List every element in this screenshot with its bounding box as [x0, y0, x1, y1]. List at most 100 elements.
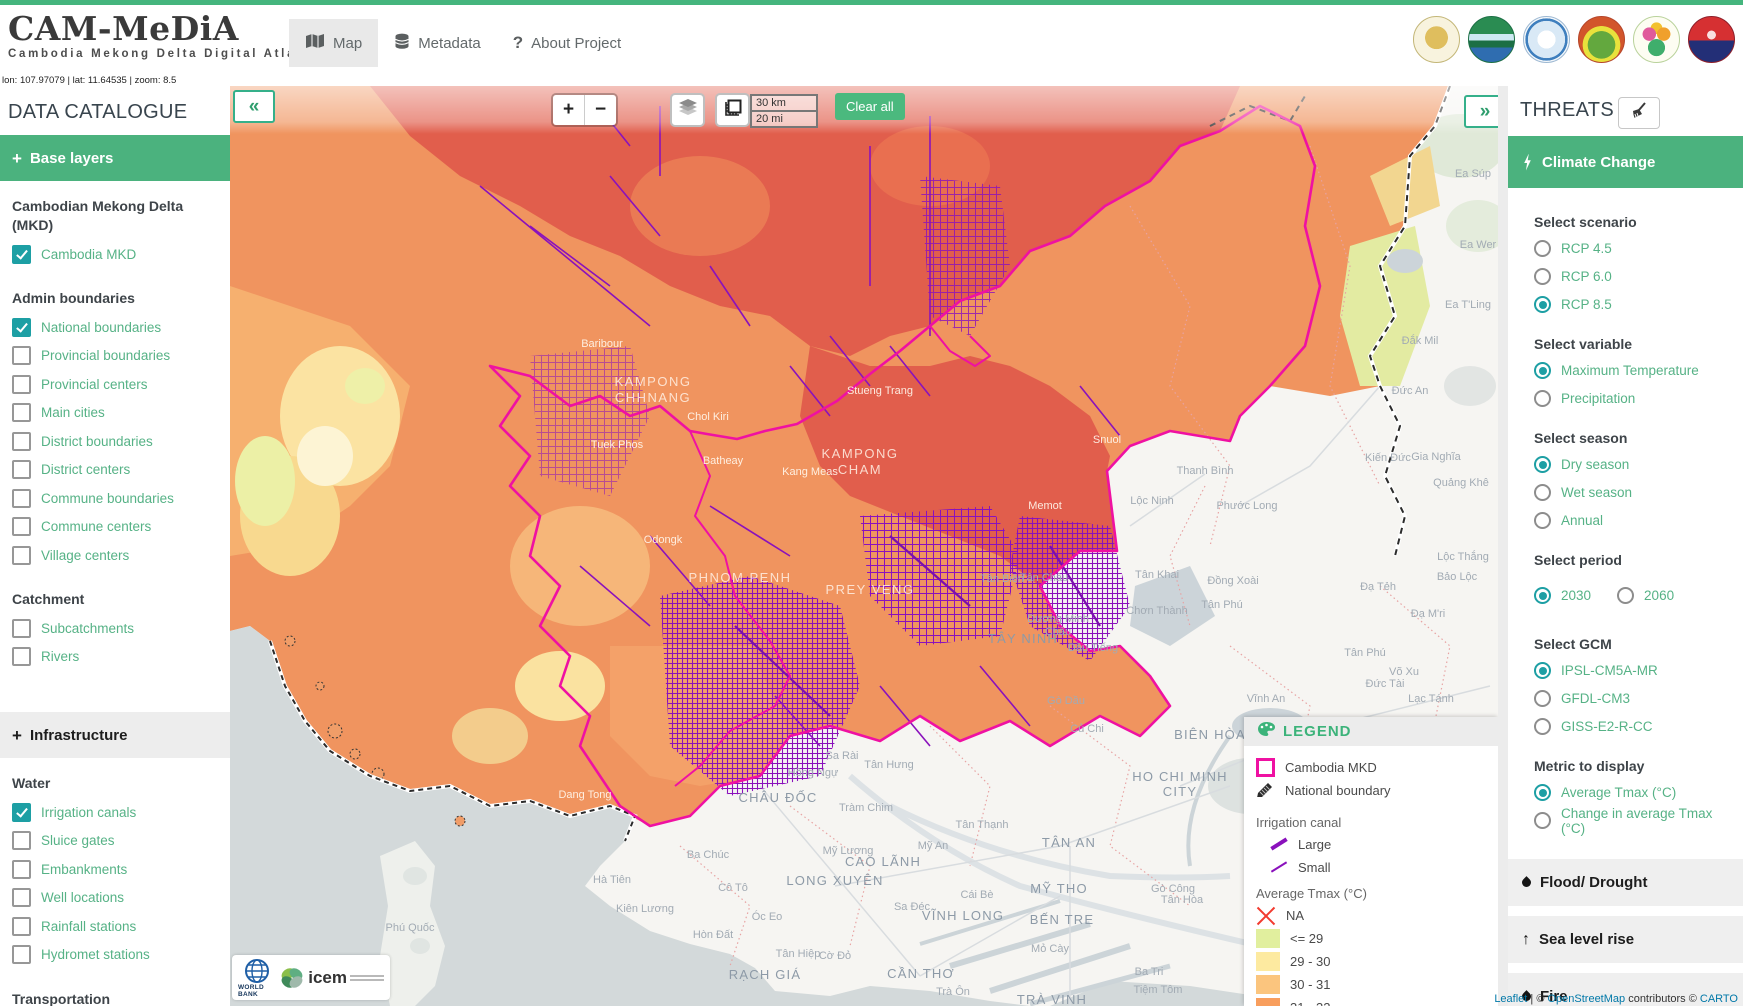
partner-logo-3[interactable]: [1523, 16, 1570, 63]
partner-logo-6[interactable]: [1688, 16, 1735, 63]
radio-button[interactable]: [1534, 718, 1551, 735]
radio-maximum-temperature[interactable]: Maximum Temperature: [1534, 361, 1737, 380]
checkbox[interactable]: [12, 546, 31, 565]
checkbox[interactable]: [12, 489, 31, 508]
layer-toggle-embankments[interactable]: Embankments: [12, 858, 220, 880]
radio-gfdl-cm3[interactable]: GFDL-CM3: [1534, 689, 1737, 708]
osm-link[interactable]: OpenStreetMap: [1547, 993, 1625, 1005]
layer-toggle-rainfall-stations[interactable]: Rainfall stations: [12, 915, 220, 937]
layer-toggle-provincial-boundaries[interactable]: Provincial boundaries: [12, 345, 220, 367]
layer-toggle-district-boundaries[interactable]: District boundaries: [12, 430, 220, 452]
checkbox[interactable]: [12, 432, 31, 451]
radio-dry-season[interactable]: Dry season: [1534, 455, 1737, 474]
map-label-qu-ng-kh: Quảng Khê: [1433, 477, 1489, 489]
layer-toggle-irrigation-canals[interactable]: Irrigation canals: [12, 801, 220, 823]
partner-logo-2[interactable]: [1468, 16, 1515, 63]
radio-button-selected[interactable]: [1534, 296, 1551, 313]
radio-button[interactable]: [1534, 512, 1551, 529]
threat-flood-drought[interactable]: Flood/ Drought: [1508, 859, 1743, 906]
radio-button[interactable]: [1617, 587, 1634, 604]
threat-climate-change[interactable]: Climate Change: [1508, 136, 1743, 188]
checkbox[interactable]: [12, 375, 31, 394]
map-canvas[interactable]: KAMPONGCHHNANGKAMPONGCHAMPHNOM PENHPREY …: [230, 86, 1498, 1006]
radio-2030[interactable]: 2030: [1534, 586, 1591, 605]
layer-toggle-district-centers[interactable]: District centers: [12, 459, 220, 481]
layer-toggle-subcatchments[interactable]: Subcatchments: [12, 617, 220, 639]
layers-button[interactable]: [670, 93, 705, 127]
layer-toggle-cambodia-mkd[interactable]: Cambodia MKD: [12, 243, 220, 265]
checkbox[interactable]: [12, 888, 31, 907]
radio-button[interactable]: [1534, 812, 1551, 829]
checkbox-checked[interactable]: [12, 245, 31, 264]
radio-button-selected[interactable]: [1534, 456, 1551, 473]
radio-wet-season[interactable]: Wet season: [1534, 483, 1737, 502]
layer-toggle-hydromet-stations[interactable]: Hydromet stations: [12, 944, 220, 966]
checkbox[interactable]: [12, 647, 31, 666]
threats-scrollbar[interactable]: [1498, 86, 1508, 1006]
radio-ipsl-cm5a-mr[interactable]: IPSL-CM5A-MR: [1534, 661, 1737, 680]
layer-toggle-well-locations[interactable]: Well locations: [12, 887, 220, 909]
radio-button[interactable]: [1534, 268, 1551, 285]
nav-map[interactable]: Map: [289, 19, 378, 67]
layer-toggle-national-boundaries[interactable]: National boundaries: [12, 316, 220, 338]
checkbox[interactable]: [12, 346, 31, 365]
checkbox[interactable]: [12, 460, 31, 479]
radio-button-selected[interactable]: [1534, 362, 1551, 379]
partner-logo-1[interactable]: [1413, 16, 1460, 63]
radio-button-selected[interactable]: [1534, 784, 1551, 801]
checkbox-checked[interactable]: [12, 318, 31, 337]
radio-rcp-6-0[interactable]: RCP 6.0: [1534, 267, 1737, 286]
radio-average-tmax-c[interactable]: Average Tmax (°C): [1534, 783, 1737, 802]
layer-toggle-commune-boundaries[interactable]: Commune boundaries: [12, 487, 220, 509]
clear-all-button[interactable]: Clear all: [835, 93, 905, 120]
layer-toggle-rivers[interactable]: Rivers: [12, 646, 220, 668]
radio-button[interactable]: [1534, 240, 1551, 257]
radio-button-selected[interactable]: [1534, 587, 1551, 604]
layer-toggle-sluice-gates[interactable]: Sluice gates: [12, 830, 220, 852]
radio-label: Change in average Tmax (°C): [1561, 806, 1737, 836]
nav-about[interactable]: ? About Project: [497, 19, 637, 67]
layer-toggle-main-cities[interactable]: Main cities: [12, 402, 220, 424]
layer-toggle-commune-centers[interactable]: Commune centers: [12, 516, 220, 538]
checkbox[interactable]: [12, 517, 31, 536]
carto-link[interactable]: CARTO: [1700, 993, 1738, 1005]
collapse-left-panel-button[interactable]: «: [233, 90, 275, 123]
collapse-right-panel-button[interactable]: »: [1464, 95, 1498, 128]
radio-button[interactable]: [1534, 484, 1551, 501]
map-label-bi-n-h-a: BIÊN HÒA: [1174, 727, 1246, 742]
checkbox[interactable]: [12, 917, 31, 936]
zoom-in-button[interactable]: +: [553, 95, 585, 125]
measure-button[interactable]: [715, 93, 750, 127]
checkbox[interactable]: [12, 860, 31, 879]
radio-button[interactable]: [1534, 390, 1551, 407]
clear-threats-button[interactable]: [1618, 97, 1660, 129]
map-label-gia-ngh-a: Gia Nghĩa: [1411, 451, 1461, 463]
radio-2060[interactable]: 2060: [1617, 586, 1674, 605]
radio-giss-e2-r-cc[interactable]: GISS-E2-R-CC: [1534, 717, 1737, 736]
radio-button-selected[interactable]: [1534, 662, 1551, 679]
radio-annual[interactable]: Annual: [1534, 511, 1737, 530]
threat-sea-level-rise[interactable]: ↑ Sea level rise: [1508, 916, 1743, 963]
checkbox[interactable]: [12, 403, 31, 422]
section-base-layers[interactable]: + Base layers: [0, 135, 230, 181]
checkbox-checked[interactable]: [12, 803, 31, 822]
radio-rcp-4-5[interactable]: RCP 4.5: [1534, 239, 1737, 258]
partner-logos: [1413, 16, 1735, 63]
checkbox[interactable]: [12, 619, 31, 638]
checkbox[interactable]: [12, 945, 31, 964]
checkbox[interactable]: [12, 831, 31, 850]
section-infrastructure[interactable]: + Infrastructure: [0, 712, 230, 758]
radio-rcp-8-5[interactable]: RCP 8.5: [1534, 295, 1737, 314]
partner-logo-4[interactable]: [1578, 16, 1625, 63]
layer-toggle-provincial-centers[interactable]: Provincial centers: [12, 373, 220, 395]
radio-button[interactable]: [1534, 690, 1551, 707]
layer-toggle-village-centers[interactable]: Village centers: [12, 544, 220, 566]
nav-metadata[interactable]: Metadata: [378, 19, 497, 67]
leaflet-link[interactable]: Leaflet: [1494, 993, 1527, 1005]
layer-label: Rainfall stations: [41, 919, 136, 934]
partner-logo-5[interactable]: [1633, 16, 1680, 63]
radio-change-in-average-tmax-c[interactable]: Change in average Tmax (°C): [1534, 811, 1737, 830]
layer-label: District centers: [41, 462, 130, 477]
zoom-out-button[interactable]: −: [585, 95, 616, 125]
radio-precipitation[interactable]: Precipitation: [1534, 389, 1737, 408]
